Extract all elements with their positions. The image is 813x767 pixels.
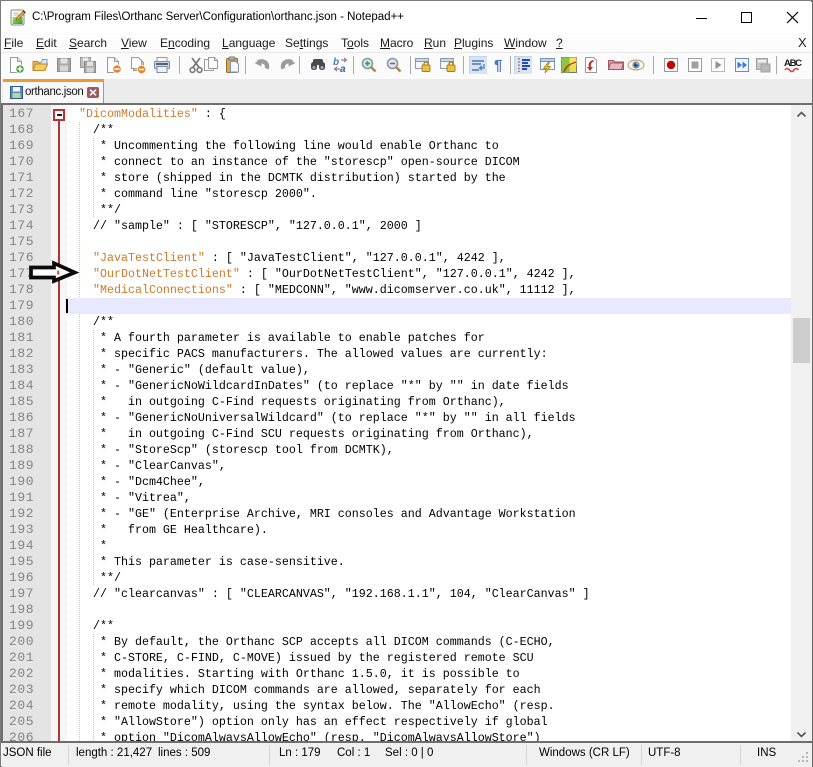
svg-text:ABC: ABC	[784, 58, 802, 69]
svg-text:b: b	[333, 57, 339, 68]
svg-text:¶: ¶	[494, 57, 502, 74]
svg-text:a: a	[340, 64, 346, 74]
